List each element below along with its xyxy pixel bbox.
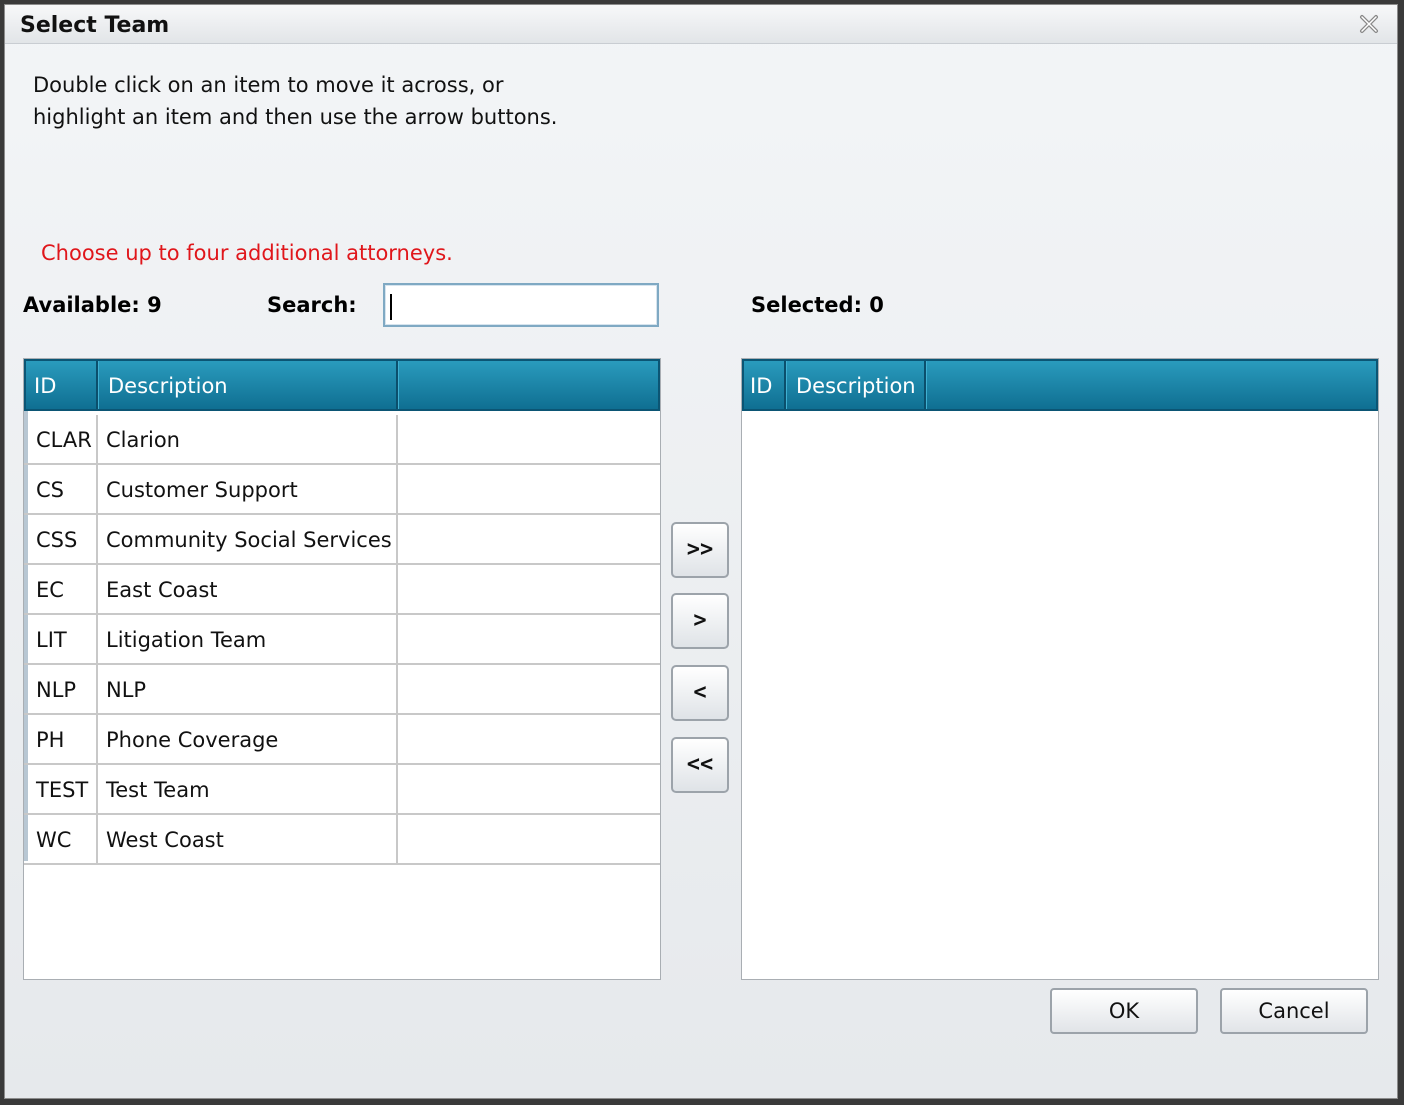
row-id: CSS: [28, 515, 98, 563]
row-id: EC: [28, 565, 98, 613]
selected-count-label: Selected: 0: [751, 293, 884, 317]
row-id: CS: [28, 465, 98, 513]
search-label: Search:: [267, 293, 357, 317]
table-row[interactable]: LIT Litigation Team: [24, 615, 660, 665]
row-description: Phone Coverage: [98, 715, 398, 763]
column-header-description[interactable]: Description: [100, 361, 398, 409]
column-header-id[interactable]: ID: [26, 361, 98, 409]
add-button[interactable]: >: [671, 593, 729, 649]
available-count-label: Available: 9: [23, 293, 162, 317]
table-row[interactable]: TEST Test Team: [24, 765, 660, 815]
dialog-title: Select Team: [20, 13, 170, 38]
row-id: PH: [28, 715, 98, 763]
ok-button[interactable]: OK: [1050, 988, 1198, 1034]
row-id: TEST: [28, 765, 98, 813]
close-icon[interactable]: [1359, 14, 1379, 34]
search-input[interactable]: [383, 283, 659, 327]
selected-grid: ID Description: [741, 358, 1379, 980]
row-id: LIT: [28, 615, 98, 663]
row-description: NLP: [98, 665, 398, 713]
table-row[interactable]: CS Customer Support: [24, 465, 660, 515]
row-id: CLAR: [28, 415, 98, 463]
row-description: Community Social Services: [98, 515, 398, 563]
table-row[interactable]: EC East Coast: [24, 565, 660, 615]
column-header-filler: [400, 361, 658, 409]
cancel-button[interactable]: Cancel: [1220, 988, 1368, 1034]
table-row[interactable]: CLAR Clarion: [24, 415, 660, 465]
row-id: WC: [28, 815, 98, 863]
instruction-line-1: Double click on an item to move it acros…: [33, 73, 504, 97]
title-bar: Select Team: [5, 5, 1397, 44]
table-row[interactable]: NLP NLP: [24, 665, 660, 715]
available-grid: ID Description CLAR Clarion CS Customer …: [23, 358, 661, 980]
row-description: Clarion: [98, 415, 398, 463]
instructions: Double click on an item to move it acros…: [33, 69, 557, 133]
remove-button[interactable]: <: [671, 665, 729, 721]
row-description: East Coast: [98, 565, 398, 613]
add-all-button[interactable]: >>: [671, 522, 729, 578]
instruction-line-2: highlight an item and then use the arrow…: [33, 105, 558, 129]
select-team-dialog: Select Team Double click on an item to m…: [4, 4, 1398, 1099]
table-row[interactable]: WC West Coast: [24, 815, 660, 865]
selected-grid-header: ID Description: [742, 359, 1378, 411]
table-row[interactable]: CSS Community Social Services: [24, 515, 660, 565]
column-header-description[interactable]: Description: [788, 361, 926, 409]
text-caret: [390, 294, 392, 320]
row-description: Customer Support: [98, 465, 398, 513]
remove-all-button[interactable]: <<: [671, 737, 729, 793]
row-description: West Coast: [98, 815, 398, 863]
table-row[interactable]: PH Phone Coverage: [24, 715, 660, 765]
row-description: Litigation Team: [98, 615, 398, 663]
available-grid-header: ID Description: [24, 359, 660, 411]
row-description: Test Team: [98, 765, 398, 813]
column-header-id[interactable]: ID: [744, 361, 786, 409]
notice-text: Choose up to four additional attorneys.: [41, 241, 453, 265]
row-id: NLP: [28, 665, 98, 713]
